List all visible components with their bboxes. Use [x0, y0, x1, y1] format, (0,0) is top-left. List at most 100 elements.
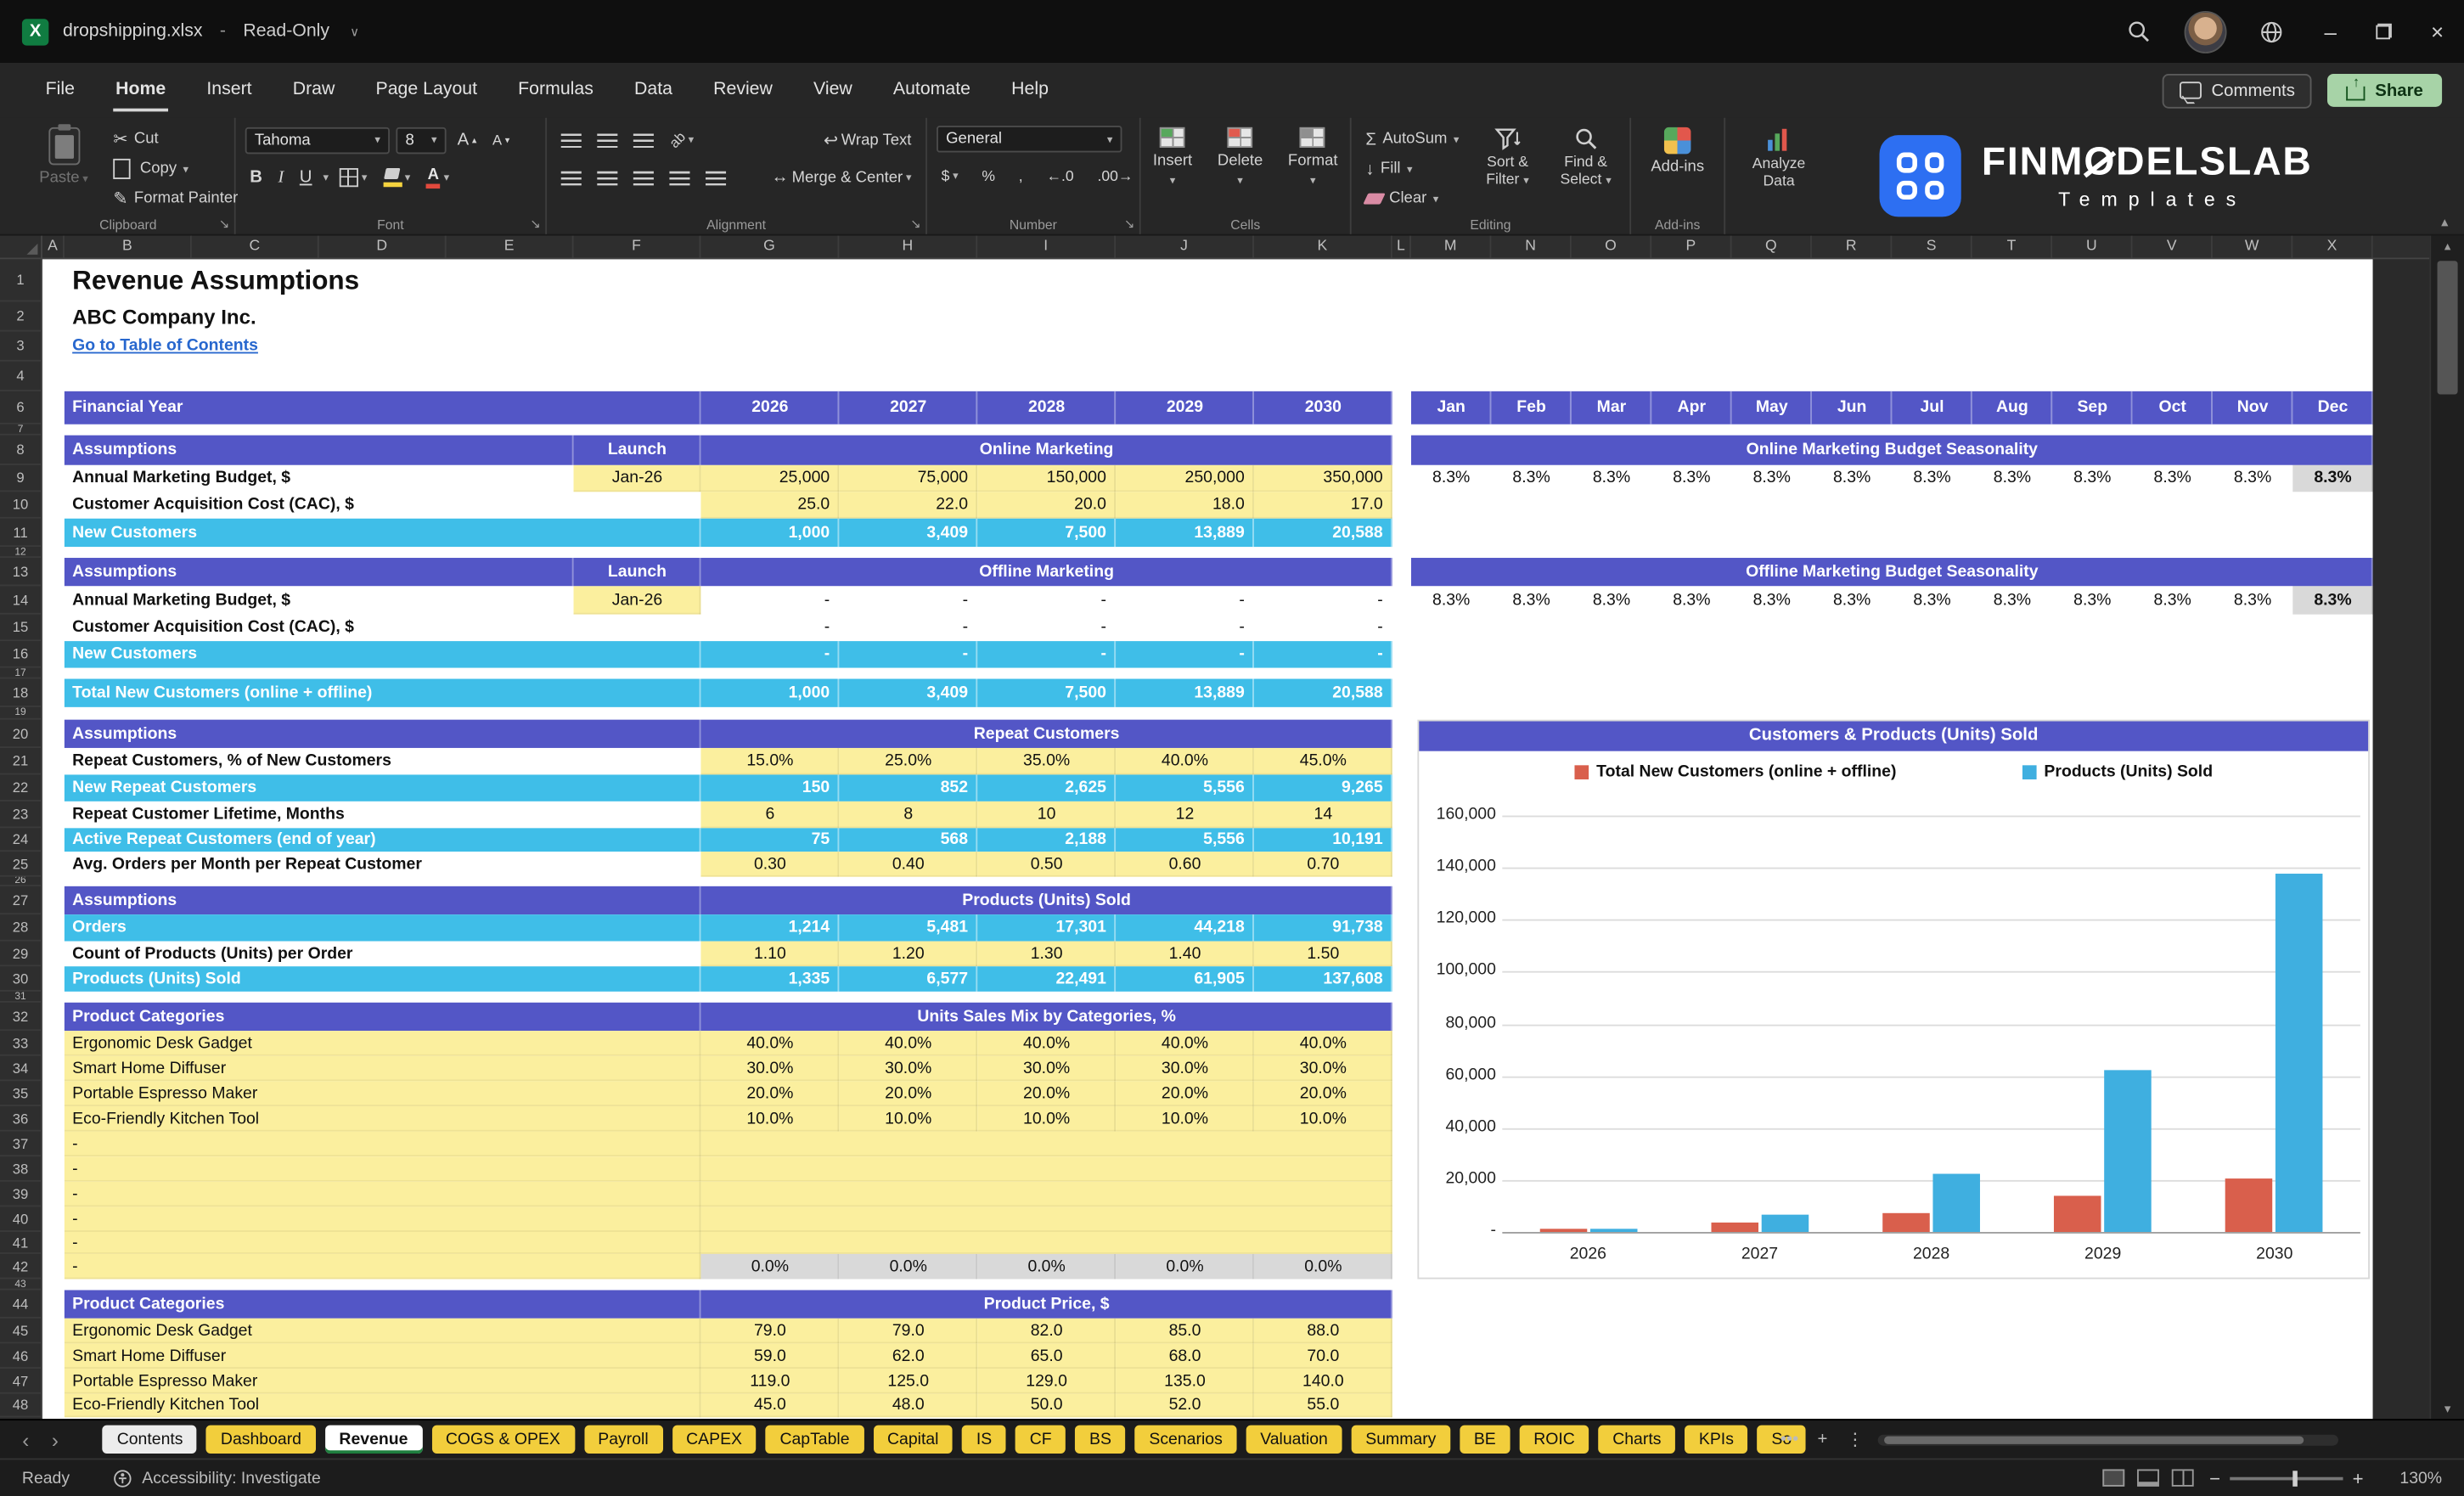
row-header-25[interactable]: 25	[0, 852, 42, 877]
cell[interactable]: Customer Acquisition Cost (CAC), $	[64, 614, 574, 642]
sheet-tab-summary[interactable]: Summary	[1351, 1425, 1451, 1454]
cell[interactable]: 35.0%	[977, 747, 1117, 775]
clear-button[interactable]: Clear ▾	[1361, 185, 1464, 211]
cell[interactable]: 0.40	[839, 852, 978, 877]
sheet-tab-valuation[interactable]: Valuation	[1246, 1425, 1342, 1454]
row-header-44[interactable]: 44	[0, 1290, 42, 1319]
cell[interactable]: 48.0	[839, 1393, 978, 1418]
zoom-slider-thumb[interactable]	[2292, 1470, 2298, 1486]
cell[interactable]: Revenue Assumptions	[65, 259, 977, 301]
cell[interactable]: 20.0	[977, 492, 1117, 519]
middle-align-button[interactable]	[593, 126, 622, 154]
row-header-45[interactable]: 45	[0, 1319, 42, 1344]
cell[interactable]: Jan	[1410, 391, 1492, 425]
cell[interactable]: 10,191	[1253, 828, 1392, 852]
cell[interactable]: 1.30	[977, 941, 1117, 967]
column-header-E[interactable]: E	[447, 235, 574, 258]
cell[interactable]: 85.0	[1116, 1318, 1254, 1344]
cell[interactable]: 5,481	[839, 914, 978, 942]
cell[interactable]: 17,301	[977, 914, 1117, 942]
row-header-11[interactable]: 11	[0, 519, 42, 548]
row-header-46[interactable]: 46	[0, 1343, 42, 1369]
cell[interactable]: 88.0	[1253, 1318, 1392, 1344]
cell[interactable]: 6	[700, 801, 840, 829]
cell[interactable]: Products (Units) Sold	[64, 966, 701, 992]
row-header-13[interactable]: 13	[0, 558, 42, 587]
cell[interactable]: Repeat Customers, % of New Customers	[64, 747, 701, 775]
cell[interactable]: 568	[839, 828, 978, 852]
row-header-39[interactable]: 39	[0, 1182, 42, 1207]
cell[interactable]: 82.0	[977, 1318, 1117, 1344]
sheet-tab-roic[interactable]: ROIC	[1519, 1425, 1589, 1454]
row-header-15[interactable]: 15	[0, 615, 42, 642]
cell[interactable]: 40.0%	[1116, 1031, 1254, 1056]
row-header-24[interactable]: 24	[0, 828, 42, 852]
cell[interactable]: 45.0%	[1253, 747, 1392, 775]
scroll-down-icon[interactable]: ▾	[2431, 1402, 2464, 1416]
cell[interactable]: -	[839, 641, 978, 668]
align-right-button[interactable]	[628, 163, 658, 191]
column-header-O[interactable]: O	[1572, 235, 1652, 258]
cell[interactable]: 2026	[700, 391, 840, 425]
cell[interactable]: 8.3%	[2052, 464, 2133, 492]
format-cells-button[interactable]: Format ▾	[1280, 126, 1346, 188]
cell[interactable]: 8.3%	[1731, 464, 1812, 492]
cell[interactable]: 8.3%	[1491, 586, 1572, 615]
cell[interactable]: 3,409	[839, 678, 978, 707]
sort-filter-button[interactable]: Sort & Filter ▾	[1473, 126, 1542, 212]
cell[interactable]: 61,905	[1116, 966, 1254, 992]
cell[interactable]: 8.3%	[2132, 586, 2213, 615]
cell[interactable]: 12	[1116, 801, 1254, 829]
cell[interactable]: Ergonomic Desk Gadget	[64, 1318, 701, 1344]
add-ins-button[interactable]: Add-ins	[1643, 126, 1712, 177]
cell[interactable]: 140.0	[1253, 1369, 1392, 1394]
cell[interactable]: -	[1253, 641, 1392, 668]
cell[interactable]	[700, 1131, 1392, 1157]
number-format-select[interactable]: General ▾	[937, 126, 1122, 153]
decrease-indent-button[interactable]	[665, 163, 695, 191]
read-only-badge[interactable]: Read-Only	[243, 22, 329, 41]
cell[interactable]: 40.0%	[839, 1031, 978, 1056]
cell[interactable]: 250,000	[1116, 464, 1254, 492]
cell[interactable]: 8.3%	[2212, 464, 2293, 492]
cell[interactable]: 150	[700, 774, 840, 801]
cell[interactable]: -	[64, 1253, 701, 1279]
cell[interactable]: 0.70	[1253, 852, 1392, 877]
cell[interactable]: 0.30	[700, 852, 840, 877]
copy-button[interactable]: Copy ▾	[109, 154, 243, 182]
cell[interactable]: 79.0	[839, 1318, 978, 1344]
row-header-40[interactable]: 40	[0, 1206, 42, 1233]
cell[interactable]: 8.3%	[1651, 464, 1732, 492]
sheet-tab-be[interactable]: BE	[1460, 1425, 1510, 1454]
cell[interactable]: 7,500	[977, 518, 1117, 548]
cell[interactable]: Repeat Customers	[700, 719, 1392, 748]
wrap-text-button[interactable]: ↩ Wrap Text	[819, 126, 916, 154]
menu-tab-data[interactable]: Data	[614, 63, 693, 118]
percent-style-button[interactable]: %	[977, 162, 1000, 190]
row-header-20[interactable]: 20	[0, 720, 42, 748]
row-header-28[interactable]: 28	[0, 914, 42, 942]
cell[interactable]	[700, 1206, 1392, 1233]
row-header-1[interactable]: 1	[0, 259, 42, 302]
fill-color-button[interactable]: ▾	[378, 163, 415, 191]
sheet-tab-charts[interactable]: Charts	[1598, 1425, 1676, 1454]
tab-scroll-right-icon[interactable]: ›	[45, 1427, 65, 1451]
cell[interactable]: 10.0%	[977, 1105, 1117, 1132]
zoom-in-button[interactable]: +	[2353, 1467, 2364, 1489]
cell[interactable]: Repeat Customer Lifetime, Months	[64, 801, 701, 829]
cell[interactable]: 45.0	[700, 1393, 840, 1418]
close-button[interactable]: ×	[2411, 0, 2464, 63]
cell[interactable]: Sep	[2052, 391, 2133, 425]
row-header-43[interactable]: 43	[0, 1279, 42, 1291]
cell[interactable]: 59.0	[700, 1343, 840, 1369]
cell[interactable]: 75,000	[839, 464, 978, 492]
cell[interactable]: 1,000	[700, 518, 840, 548]
cell[interactable]: 2030	[1253, 391, 1392, 425]
cell[interactable]: New Customers	[64, 518, 701, 548]
cell[interactable]: Products (Units) Sold	[700, 886, 1392, 915]
cell[interactable]: Launch	[573, 558, 701, 587]
cell[interactable]: Offline Marketing Budget Seasonality	[1410, 558, 2373, 587]
column-header-N[interactable]: N	[1491, 235, 1572, 258]
cell[interactable]: Ergonomic Desk Gadget	[64, 1031, 701, 1056]
cell[interactable]: 852	[839, 774, 978, 801]
